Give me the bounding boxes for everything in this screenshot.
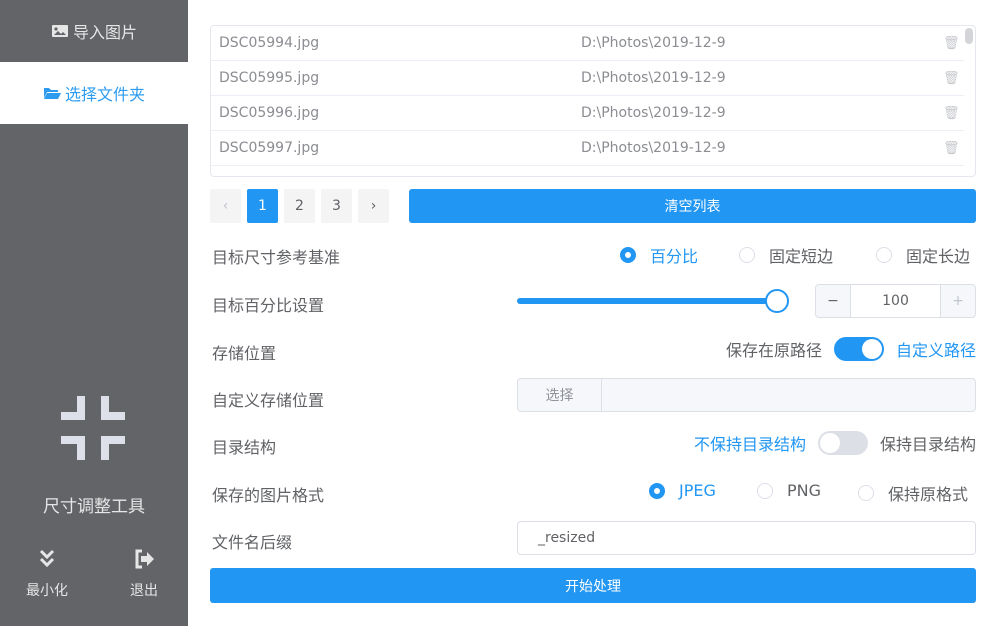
- tool-title: 尺寸调整工具: [0, 492, 188, 517]
- start-processing-button[interactable]: 开始处理: [210, 568, 976, 603]
- page-2-button[interactable]: 2: [284, 189, 315, 223]
- custom-path-label: 自定义存储位置: [212, 387, 324, 411]
- slider-thumb[interactable]: [765, 289, 789, 313]
- basis-label: 目标尺寸参考基准: [212, 244, 340, 268]
- decrement-button[interactable]: −: [816, 285, 851, 317]
- radio-long-edge[interactable]: 固定长边: [876, 243, 970, 267]
- clear-list-button[interactable]: 清空列表: [409, 189, 976, 223]
- radio-label: JPEG: [679, 481, 716, 500]
- image-icon: [51, 23, 69, 39]
- suffix-input[interactable]: _resized: [517, 521, 976, 555]
- file-path: D:\Photos\2019-12-9: [581, 140, 726, 156]
- select-folder-label: 选择文件夹: [65, 81, 145, 105]
- radio-jpeg[interactable]: JPEG: [649, 481, 716, 500]
- percent-label: 目标百分比设置: [212, 292, 324, 316]
- file-name: DSC05997.jpg: [219, 140, 319, 156]
- suffix-label: 文件名后缀: [212, 529, 292, 553]
- dir-flat-label: 不保持目录结构: [694, 431, 806, 455]
- minimize-button[interactable]: 最小化: [17, 548, 77, 600]
- radio-label: 固定长边: [906, 243, 970, 267]
- file-path: D:\Photos\2019-12-9: [581, 70, 726, 86]
- percent-slider[interactable]: [517, 298, 777, 304]
- select-folder-button[interactable]: 选择文件夹: [0, 62, 188, 124]
- format-label: 保存的图片格式: [212, 482, 324, 506]
- sign-out-icon: [133, 548, 155, 570]
- dir-structure-label: 目录结构: [212, 434, 276, 458]
- table-row: DSC05995.jpg D:\Photos\2019-12-9 🗑: [211, 61, 964, 96]
- trash-icon[interactable]: 🗑: [943, 71, 960, 86]
- import-images-button[interactable]: 导入图片: [0, 0, 188, 62]
- choose-path-button[interactable]: 选择: [518, 379, 602, 411]
- exit-button[interactable]: 退出: [114, 548, 174, 600]
- scrollbar[interactable]: [965, 28, 973, 44]
- page-1-button[interactable]: 1: [247, 189, 278, 223]
- storage-custom-label: 自定义路径: [896, 337, 976, 361]
- compress-icon: [59, 394, 127, 462]
- custom-path-input[interactable]: [602, 379, 975, 411]
- sidebar: 导入图片 选择文件夹 尺寸调整工具 最小化 退出: [0, 0, 188, 626]
- import-images-label: 导入图片: [73, 19, 137, 43]
- pagination: ‹ 1 2 3 ›: [210, 189, 389, 223]
- double-chevron-down-icon: [36, 548, 58, 570]
- file-name: DSC05996.jpg: [219, 105, 319, 121]
- radio-label: 保持原格式: [888, 481, 968, 505]
- file-path: D:\Photos\2019-12-9: [581, 105, 726, 121]
- trash-icon[interactable]: 🗑: [943, 36, 960, 51]
- table-row: DSC05996.jpg D:\Photos\2019-12-9 🗑: [211, 96, 964, 131]
- file-name: DSC05994.jpg: [219, 35, 319, 51]
- minimize-label: 最小化: [26, 583, 68, 599]
- dir-keep-label: 保持目录结构: [880, 431, 976, 455]
- prev-page-button[interactable]: ‹: [210, 189, 241, 223]
- file-name: DSC05995.jpg: [219, 70, 319, 86]
- file-path: D:\Photos\2019-12-9: [581, 35, 726, 51]
- radio-label: 固定短边: [769, 243, 833, 267]
- table-row: DSC05997.jpg D:\Photos\2019-12-9 🗑: [211, 131, 964, 166]
- next-page-button[interactable]: ›: [358, 189, 389, 223]
- file-table: DSC05994.jpg D:\Photos\2019-12-9 🗑 DSC0599…: [210, 25, 976, 177]
- storage-original-label: 保存在原路径: [726, 337, 822, 361]
- radio-png[interactable]: PNG: [757, 481, 821, 500]
- custom-path-field: 选择: [517, 378, 976, 412]
- storage-toggle[interactable]: [834, 337, 884, 361]
- table-row: DSC05994.jpg D:\Photos\2019-12-9 🗑: [211, 26, 964, 61]
- trash-icon[interactable]: 🗑: [943, 106, 960, 121]
- radio-short-edge[interactable]: 固定短边: [739, 243, 833, 267]
- dir-structure-toggle[interactable]: [818, 431, 868, 455]
- increment-button[interactable]: +: [940, 285, 975, 317]
- radio-keep-format[interactable]: 保持原格式: [858, 481, 968, 505]
- radio-label: 百分比: [650, 243, 698, 267]
- radio-percent[interactable]: 百分比: [620, 243, 698, 267]
- folder-open-icon: [43, 85, 61, 101]
- storage-label: 存储位置: [212, 340, 276, 364]
- trash-icon[interactable]: 🗑: [943, 141, 960, 156]
- radio-label: PNG: [787, 481, 821, 500]
- percent-stepper: − 100 +: [815, 284, 976, 318]
- page-3-button[interactable]: 3: [321, 189, 352, 223]
- percent-input[interactable]: 100: [851, 285, 940, 317]
- exit-label: 退出: [130, 583, 158, 599]
